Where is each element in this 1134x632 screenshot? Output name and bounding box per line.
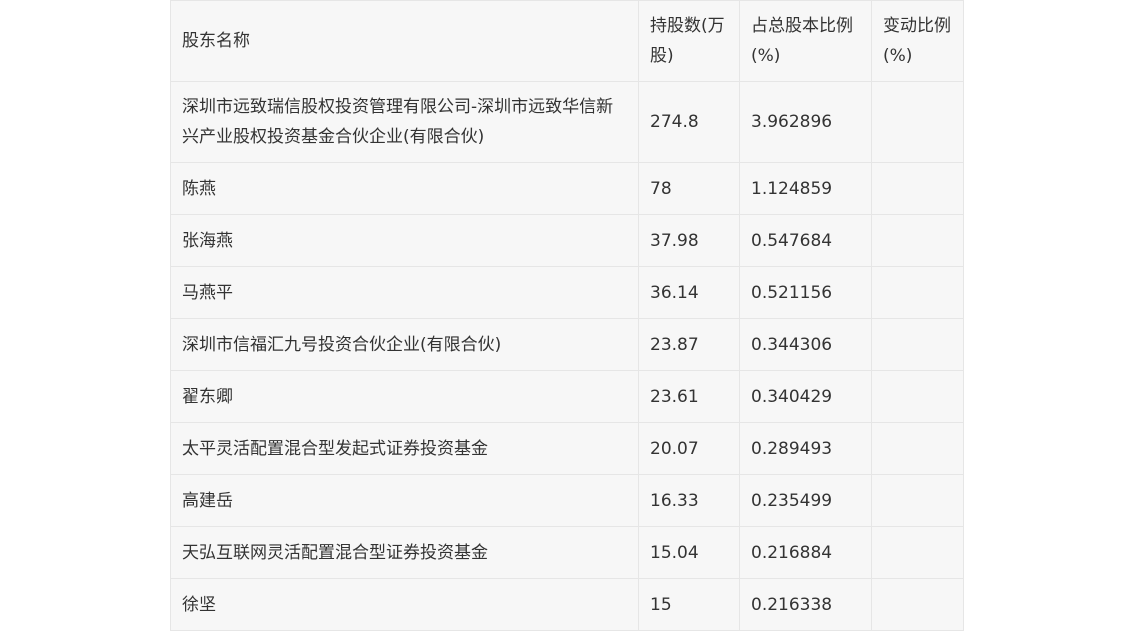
shareholder-table-container: 股东名称 持股数(万股) 占总股本比例(%) 变动比例(%) 深圳市远致瑞信股权… (170, 0, 964, 631)
change-cell (871, 474, 964, 527)
change-cell (871, 162, 964, 215)
shares-cell: 23.87 (638, 318, 740, 371)
shareholder-name-cell: 太平灵活配置混合型发起式证券投资基金 (170, 422, 639, 475)
ratio-cell: 0.340429 (739, 370, 872, 423)
change-cell (871, 526, 964, 579)
ratio-cell: 1.124859 (739, 162, 872, 215)
table-row: 徐坚 15 0.216338 (170, 578, 964, 631)
shareholder-table: 股东名称 持股数(万股) 占总股本比例(%) 变动比例(%) 深圳市远致瑞信股权… (170, 0, 964, 631)
change-cell (871, 370, 964, 423)
shares-cell: 274.8 (638, 81, 740, 163)
table-row: 翟东卿 23.61 0.340429 (170, 370, 964, 423)
shareholder-name-cell: 陈燕 (170, 162, 639, 215)
shareholder-name-cell: 马燕平 (170, 266, 639, 319)
shareholder-name-cell: 深圳市远致瑞信股权投资管理有限公司-深圳市远致华信新兴产业股权投资基金合伙企业(… (170, 81, 639, 163)
table-row: 马燕平 36.14 0.521156 (170, 266, 964, 319)
header-shareholder-name: 股东名称 (170, 0, 639, 82)
table-row: 天弘互联网灵活配置混合型证券投资基金 15.04 0.216884 (170, 526, 964, 579)
shares-cell: 23.61 (638, 370, 740, 423)
shares-cell: 15 (638, 578, 740, 631)
change-cell (871, 214, 964, 267)
shareholder-name-cell: 翟东卿 (170, 370, 639, 423)
shareholder-name-cell: 天弘互联网灵活配置混合型证券投资基金 (170, 526, 639, 579)
change-cell (871, 422, 964, 475)
change-cell (871, 81, 964, 163)
shares-cell: 78 (638, 162, 740, 215)
header-change: 变动比例(%) (871, 0, 964, 82)
change-cell (871, 266, 964, 319)
shares-cell: 16.33 (638, 474, 740, 527)
shares-cell: 15.04 (638, 526, 740, 579)
shareholder-name-cell: 徐坚 (170, 578, 639, 631)
ratio-cell: 0.289493 (739, 422, 872, 475)
ratio-cell: 0.521156 (739, 266, 872, 319)
shareholder-name-cell: 高建岳 (170, 474, 639, 527)
shareholder-name-cell: 张海燕 (170, 214, 639, 267)
change-cell (871, 318, 964, 371)
ratio-cell: 0.547684 (739, 214, 872, 267)
shareholder-name-cell: 深圳市信福汇九号投资合伙企业(有限合伙) (170, 318, 639, 371)
table-row: 深圳市信福汇九号投资合伙企业(有限合伙) 23.87 0.344306 (170, 318, 964, 371)
table-row: 高建岳 16.33 0.235499 (170, 474, 964, 527)
ratio-cell: 3.962896 (739, 81, 872, 163)
table-row: 深圳市远致瑞信股权投资管理有限公司-深圳市远致华信新兴产业股权投资基金合伙企业(… (170, 81, 964, 163)
header-ratio: 占总股本比例(%) (739, 0, 872, 82)
shares-cell: 20.07 (638, 422, 740, 475)
header-shares: 持股数(万股) (638, 0, 740, 82)
change-cell (871, 578, 964, 631)
ratio-cell: 0.235499 (739, 474, 872, 527)
ratio-cell: 0.216338 (739, 578, 872, 631)
ratio-cell: 0.344306 (739, 318, 872, 371)
table-row: 张海燕 37.98 0.547684 (170, 214, 964, 267)
table-row: 太平灵活配置混合型发起式证券投资基金 20.07 0.289493 (170, 422, 964, 475)
shares-cell: 36.14 (638, 266, 740, 319)
shares-cell: 37.98 (638, 214, 740, 267)
ratio-cell: 0.216884 (739, 526, 872, 579)
table-row: 陈燕 78 1.124859 (170, 162, 964, 215)
table-header-row: 股东名称 持股数(万股) 占总股本比例(%) 变动比例(%) (170, 0, 964, 82)
